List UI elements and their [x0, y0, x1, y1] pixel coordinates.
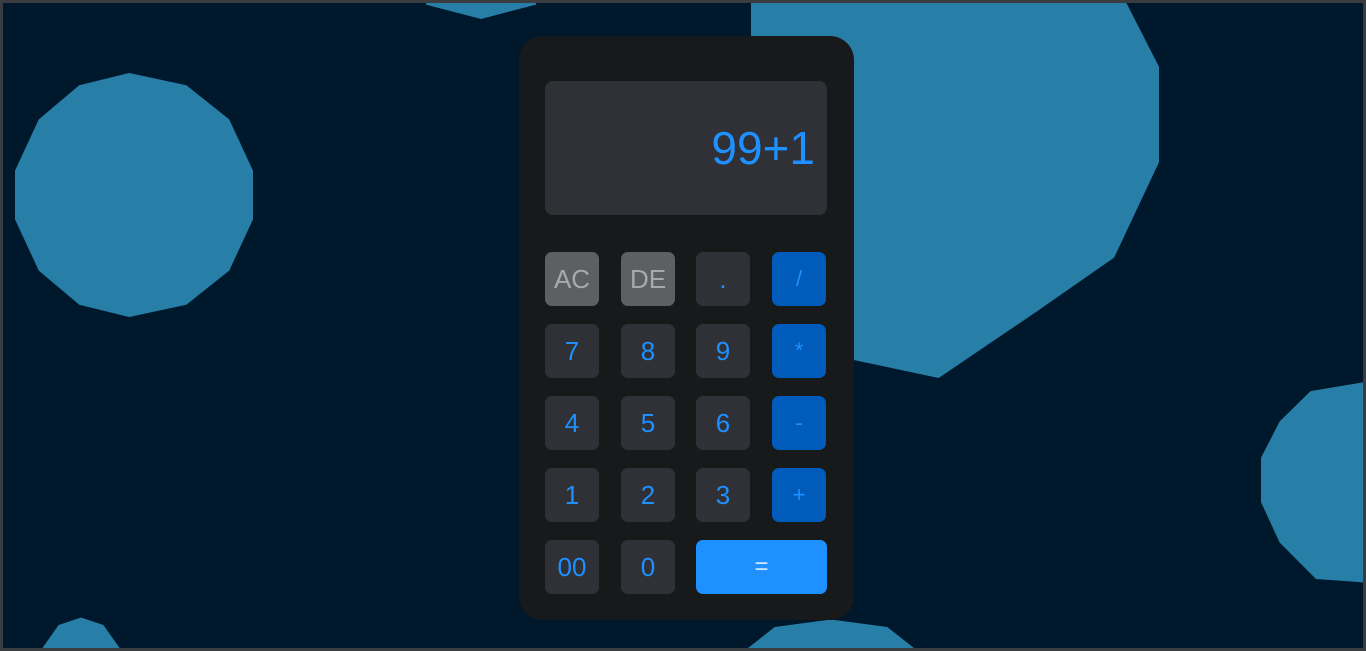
display-value: 99+1 — [711, 122, 815, 174]
digit-8-button[interactable]: 8 — [621, 324, 675, 378]
digit-4-button[interactable]: 4 — [545, 396, 599, 450]
digit-6-button[interactable]: 6 — [696, 396, 750, 450]
add-button[interactable]: + — [772, 468, 826, 522]
multiply-button[interactable]: * — [772, 324, 826, 378]
digit-5-button[interactable]: 5 — [621, 396, 675, 450]
decimal-point-button[interactable]: . — [696, 252, 750, 306]
page-background: 99+1 AC DE . / 7 8 9 * 4 5 6 - 1 2 3 + 0… — [0, 0, 1366, 651]
background-blob — [743, 619, 919, 648]
digit-9-button[interactable]: 9 — [696, 324, 750, 378]
equals-button[interactable]: = — [696, 540, 827, 594]
all-clear-button[interactable]: AC — [545, 252, 599, 306]
divide-button[interactable]: / — [772, 252, 826, 306]
digit-2-button[interactable]: 2 — [621, 468, 675, 522]
calculator: 99+1 AC DE . / 7 8 9 * 4 5 6 - 1 2 3 + 0… — [519, 36, 854, 620]
digit-1-button[interactable]: 1 — [545, 468, 599, 522]
double-zero-button[interactable]: 00 — [545, 540, 599, 594]
background-blob — [426, 3, 536, 19]
subtract-button[interactable]: - — [772, 396, 826, 450]
digit-7-button[interactable]: 7 — [545, 324, 599, 378]
calculator-display: 99+1 — [545, 81, 827, 215]
digit-0-button[interactable]: 0 — [621, 540, 675, 594]
background-blob — [41, 617, 121, 648]
delete-button[interactable]: DE — [621, 252, 675, 306]
digit-3-button[interactable]: 3 — [696, 468, 750, 522]
background-blob — [15, 73, 253, 317]
background-blob — [1261, 381, 1363, 583]
